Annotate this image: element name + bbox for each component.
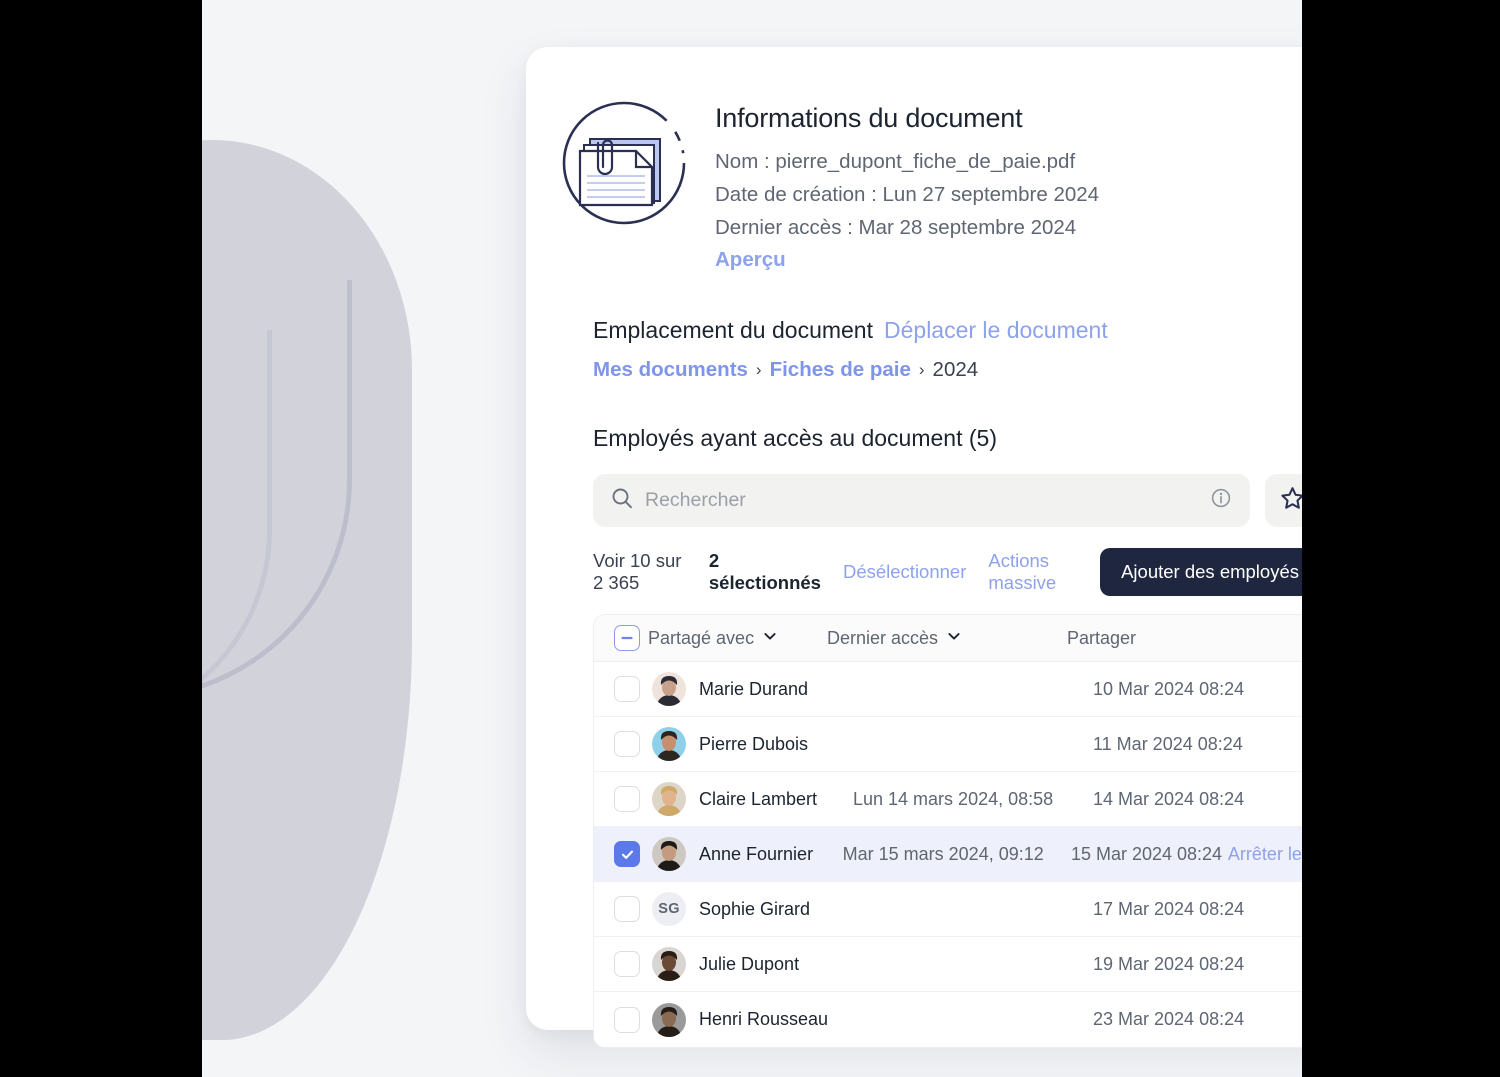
info-icon[interactable] [1210,487,1232,514]
document-created-line: Date de création : Lun 27 septembre 2024 [715,183,1100,206]
breadcrumb-separator: › [918,360,925,379]
search-input[interactable] [645,489,1210,512]
table-row[interactable]: SG Sophie Girard 17 Mar 2024 08:24 [594,882,1302,937]
column-last-access[interactable]: Dernier accès [827,628,1067,649]
search-row [593,474,1302,527]
preview-link[interactable]: Aperçu [715,248,786,272]
search-icon [611,487,633,514]
employee-name: Marie Durand [699,678,809,699]
table-header-row: Partagé avec Dernier accès Partager [594,615,1302,662]
result-count-label: Voir 10 sur 2 365 [593,550,682,593]
cell-shared-with: Claire Lambert [640,782,853,816]
star-icon [1279,485,1302,517]
page-title: Informations du document [715,103,1023,133]
avatar [652,727,686,761]
row-checkbox[interactable] [614,786,640,812]
table-body: Marie Durand 10 Mar 2024 08:24 Pierre Dubo… [594,662,1302,1047]
page-canvas: Informations du document Nom : pierre_du… [202,0,1302,1077]
avatar: SG [652,892,686,926]
cell-share-date: 10 Mar 2024 08:24 [1093,678,1245,699]
avatar [652,782,686,816]
avatar [652,947,686,981]
select-all-checkbox[interactable] [614,625,640,651]
row-checkbox[interactable] [614,731,640,757]
employee-name: Henri Rousseau [699,1009,829,1029]
cell-last-access: Mar 15 mars 2024, 09:12 [842,843,1044,864]
cell-shared-with: Julie Dupont [640,947,853,981]
cell-share-date: 23 Mar 2024 08:24 [1093,1009,1245,1029]
screenshot-stage: Informations du document Nom : pierre_du… [0,0,1500,1077]
breadcrumb-item-mes-documents[interactable]: Mes documents [593,358,748,382]
cell-share-date: 15 Mar 2024 08:24 [1070,843,1223,864]
deselect-link[interactable]: Désélectionner [843,561,966,583]
selected-count-label: 2 sélectionnés [708,550,821,593]
cell-shared-with: Anne Fournier [640,837,843,871]
document-header-text: Informations du document Nom : pierre_du… [715,95,1099,272]
column-label-last-access: Dernier accès [827,627,939,648]
employees-heading: Employés ayant accès au document (5) [593,425,997,451]
breadcrumb-separator: › [755,360,762,379]
cell-shared-with: SG Sophie Girard [640,892,853,926]
cell-last-access: Lun 14 mars 2024, 08:58 [853,788,1054,809]
search-box[interactable] [593,474,1250,527]
cell-shared-with: Marie Durand [640,672,853,706]
employee-name: Julie Dupont [699,953,800,974]
bulk-actions-link[interactable]: Actions massive [988,550,1078,594]
employees-table: Partagé avec Dernier accès Partager Mari… [593,614,1302,1048]
cell-share-date: 14 Mar 2024 08:24 [1093,788,1245,809]
chevron-down-icon[interactable] [946,628,962,649]
document-accessed-line: Dernier accès : Mar 28 septembre 2024 [715,216,1077,239]
table-row[interactable]: Anne Fournier Mar 15 mars 2024, 09:12 15 M… [594,827,1302,882]
column-label-share: Partager [1067,627,1137,648]
table-row[interactable]: Claire Lambert Lun 14 mars 2024, 08:58 14 … [594,772,1302,827]
row-checkbox[interactable] [614,951,640,977]
row-checkbox[interactable] [614,676,640,702]
document-header: Informations du document Nom : pierre_du… [560,95,1302,272]
add-employees-button[interactable]: Ajouter des employés [1100,548,1302,596]
row-checkbox[interactable] [614,841,640,867]
cell-share-date: 19 Mar 2024 08:24 [1093,953,1245,974]
breadcrumb-item-fiches-de-paie[interactable]: Fiches de paie [770,358,911,382]
employee-name: Anne Fournier [699,843,814,864]
row-checkbox[interactable] [614,896,640,922]
employee-name: Claire Lambert [699,788,818,809]
column-shared-with[interactable]: Partagé avec [614,625,827,651]
cell-shared-with: Pierre Dubois [640,727,853,761]
cell-shared-with: Henri Rousseau [640,1002,853,1037]
employee-name: Sophie Girard [699,898,811,919]
move-document-link[interactable]: Déplacer le document [884,317,1108,344]
bulk-action-row: Voir 10 sur 2 365 2 sélectionnés Désélec… [593,548,1302,596]
stop-sharing-link[interactable]: Arrêter le partage [1228,844,1302,865]
avatar [652,837,686,871]
table-row[interactable]: Marie Durand 10 Mar 2024 08:24 [594,662,1302,717]
employee-name: Pierre Dubois [699,733,809,754]
avatar [652,1002,686,1037]
breadcrumb-item-2024: 2024 [932,358,979,381]
cell-share-date: 17 Mar 2024 08:24 [1093,898,1245,919]
column-label-shared-with: Partagé avec [648,627,755,648]
favorite-button[interactable] [1265,474,1302,527]
location-title: Emplacement du document [593,317,873,343]
chevron-down-icon[interactable] [762,628,778,649]
avatar [652,672,686,706]
breadcrumb: Mes documents › Fiches de paie › 2024 [593,358,1302,382]
document-info-modal: Informations du document Nom : pierre_du… [526,47,1302,1048]
document-name-line: Nom : pierre_dupont_fiche_de_paie.pdf [715,150,1076,173]
table-row[interactable]: Julie Dupont 19 Mar 2024 08:24 [594,937,1302,992]
cell-share-date: 11 Mar 2024 08:24 [1093,733,1243,754]
row-checkbox[interactable] [614,1006,640,1033]
document-stack-icon [560,99,688,227]
table-row[interactable]: Henri Rousseau 23 Mar 2024 08:24 [594,992,1302,1047]
table-row[interactable]: Pierre Dubois 11 Mar 2024 08:24 [594,717,1302,772]
location-section-header: Emplacement du document Déplacer le docu… [593,317,1302,344]
